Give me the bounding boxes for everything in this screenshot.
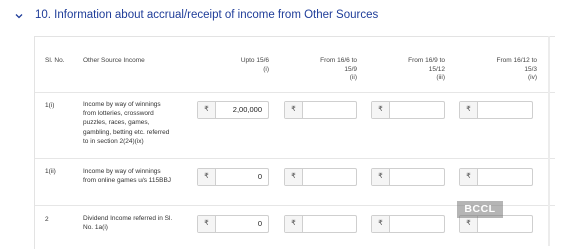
amount-input-16-9-to-15-12[interactable]: ₹	[371, 215, 445, 233]
header-col1-line2: (i)	[263, 65, 269, 73]
amount-input-16-12-to-15-3[interactable]: ₹	[459, 101, 533, 119]
row-slno: 1(ii)	[45, 168, 56, 175]
rupee-icon: ₹	[198, 102, 216, 118]
header-col3-line3: (iii)	[436, 74, 445, 81]
header-col2-line3: (ii)	[349, 74, 357, 81]
amount-input-16-6-to-15-9[interactable]: ₹	[284, 168, 357, 186]
header-slno: Sl. No.	[45, 57, 65, 64]
row-description: Income by way of winnings from lotteries…	[83, 101, 170, 145]
other-sources-income-page: 10. Information about accrual/receipt of…	[0, 0, 562, 249]
section-header[interactable]: 10. Information about accrual/receipt of…	[0, 0, 562, 34]
header-col1-line1: Upto 15/6	[240, 57, 269, 64]
bccl-watermark: BCCL	[457, 201, 503, 218]
rupee-icon: ₹	[198, 216, 216, 232]
amount-input-16-9-to-15-12[interactable]: ₹	[371, 168, 445, 186]
rupee-icon: ₹	[285, 169, 303, 185]
row-description: Dividend Income referred in Sl. No. 1a(i…	[83, 215, 173, 232]
rupee-icon: ₹	[372, 216, 390, 232]
header-col4-line2: 15/3	[524, 65, 537, 73]
rupee-icon: ₹	[372, 169, 390, 185]
header-col3-line1: From 16/9 to	[408, 57, 445, 64]
header-col2-line2: 15/9	[344, 65, 357, 73]
table-row: 1(ii) Income by way of winnings from onl…	[35, 159, 555, 206]
header-col4: From 16/12 to 15/3 (iv)	[483, 57, 537, 83]
amount-input-16-9-to-15-12[interactable]: ₹	[371, 101, 445, 119]
amount-input-upto-15-6[interactable]: ₹ 2,00,000	[197, 101, 269, 119]
rupee-icon: ₹	[198, 169, 216, 185]
header-col2: From 16/6 to 15/9 (ii)	[311, 57, 357, 83]
header-col4-line3: (iv)	[527, 74, 537, 81]
amount-value: 0	[257, 172, 262, 181]
section-title: 10. Information about accrual/receipt of…	[35, 9, 379, 21]
table-row: 1(i) Income by way of winnings from lott…	[35, 92, 555, 159]
rupee-icon: ₹	[460, 216, 478, 232]
rupee-icon: ₹	[460, 102, 478, 118]
row-slno: 2	[45, 216, 49, 223]
rupee-icon: ₹	[285, 102, 303, 118]
header-col3: From 16/9 to 15/12 (iii)	[399, 57, 445, 83]
header-col3-line2: 15/12	[428, 65, 445, 73]
row-description: Income by way of winnings from online ga…	[83, 168, 172, 185]
table-header: Sl. No. Other Source Income Upto 15/6 (i…	[35, 37, 555, 93]
chevron-down-icon[interactable]	[14, 11, 24, 21]
rupee-icon: ₹	[285, 216, 303, 232]
header-col4-line1: From 16/12 to	[496, 57, 537, 64]
amount-input-16-12-to-15-3[interactable]: ₹	[459, 168, 533, 186]
header-source: Other Source Income	[83, 57, 145, 64]
header-col1: Upto 15/6 (i)	[227, 57, 269, 74]
rupee-icon: ₹	[372, 102, 390, 118]
amount-value: 2,00,000	[232, 105, 262, 114]
amount-input-16-6-to-15-9[interactable]: ₹	[284, 215, 357, 233]
vertical-scrollbar[interactable]	[548, 36, 550, 246]
rupee-icon: ₹	[460, 169, 478, 185]
amount-input-upto-15-6[interactable]: ₹ 0	[197, 215, 269, 233]
amount-input-16-6-to-15-9[interactable]: ₹	[284, 101, 357, 119]
row-slno: 1(i)	[45, 102, 55, 109]
amount-value: 0	[257, 219, 262, 228]
header-col2-line1: From 16/6 to	[320, 57, 357, 64]
amount-input-upto-15-6[interactable]: ₹ 0	[197, 168, 269, 186]
